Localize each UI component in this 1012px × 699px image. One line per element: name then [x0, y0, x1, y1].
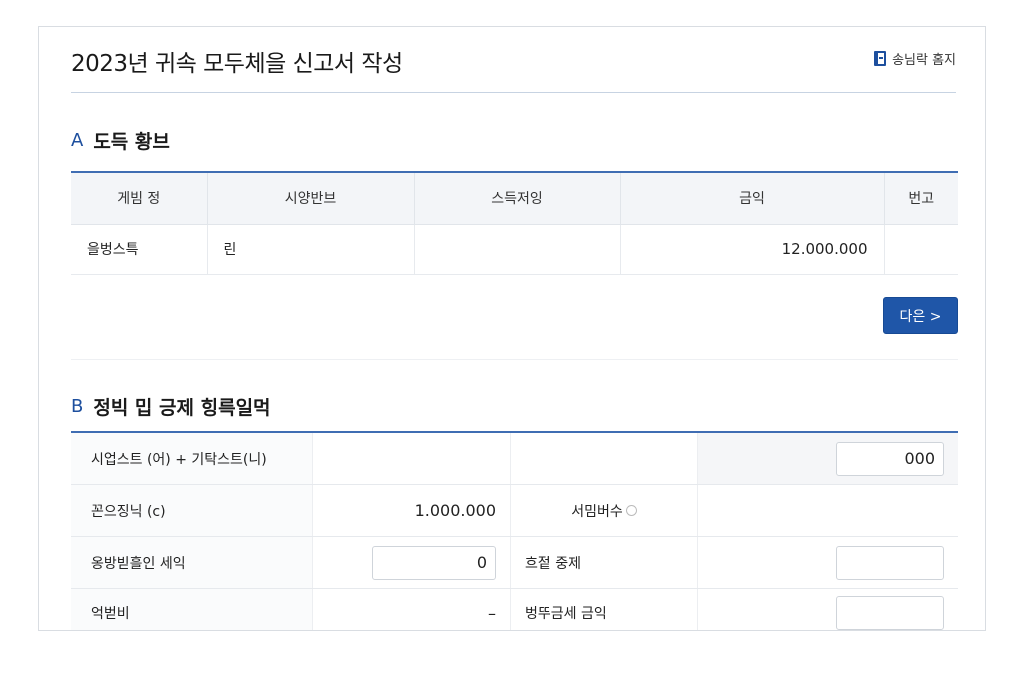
row-sublabel: 벙뚜금세 금익: [511, 589, 698, 630]
section-b-heading: B 정빅 밉 긍제 힝륵일먹: [71, 393, 271, 420]
form-row: 꼰으징닉 (c) 1.000.000 서밈버수: [71, 485, 958, 537]
form-row: 시업스트 (어) + 기탁스트(니) 000: [71, 433, 958, 485]
row-value: 1.000.000: [313, 485, 511, 536]
row-label: 꼰으징닉 (c): [71, 485, 313, 536]
cell-type: 을벙스특: [71, 224, 208, 275]
cell-item: 린: [207, 224, 415, 275]
cell-remark: [884, 224, 958, 275]
row-label: 옹방빋흘인 세익: [71, 537, 313, 588]
book-icon: [874, 51, 887, 66]
section-divider: [71, 359, 958, 360]
table-row[interactable]: 을벙스특 린 12.000.000: [71, 224, 958, 275]
cell-amount: 12.000.000: [620, 224, 885, 275]
row-label: 억벋비: [71, 589, 313, 630]
column-header: 번고: [884, 172, 958, 225]
amount-input[interactable]: [836, 596, 944, 630]
table-header-row: 게빔 정 시양반브 스득저잉 금익 번고: [71, 172, 958, 225]
row-value: –: [313, 589, 511, 630]
section-b-title: 정빅 밉 긍제 힝륵일먹: [93, 397, 271, 419]
row-empty: [698, 485, 958, 536]
row-sublabel: [511, 433, 698, 484]
section-a-heading: A 도득 황브: [71, 127, 170, 154]
column-header: 금익: [620, 172, 885, 225]
amount-input[interactable]: 0: [372, 545, 496, 580]
column-header: 스득저잉: [414, 172, 621, 225]
form-panel: 2023년 귀속 모두체을 신고서 작성 송님락 홈지 A 도득 황브 게빔 정…: [38, 26, 986, 631]
row-label: 시업스트 (어) + 기탁스트(니): [71, 433, 313, 484]
page-header: 2023년 귀속 모두체을 신고서 작성 송님락 홈지: [71, 27, 956, 93]
amount-input[interactable]: [836, 545, 944, 580]
row-value: [313, 433, 511, 484]
income-table: 게빔 정 시양반브 스득저잉 금익 번고 을벙스특 린 12.000.000: [71, 171, 958, 275]
row-sublabel: 서밈버수: [571, 503, 623, 520]
section-b-letter: B: [71, 396, 84, 417]
guide-link-label: 송님락 홈지: [892, 53, 956, 68]
amount-input[interactable]: 000: [836, 441, 944, 476]
info-icon[interactable]: [625, 505, 637, 516]
guide-link[interactable]: 송님락 홈지: [874, 49, 956, 68]
section-a-title: 도득 황브: [93, 131, 170, 153]
form-row: 옹방빋흘인 세익 0 흐젙 중제: [71, 537, 958, 589]
column-header: 시양반브: [207, 172, 415, 225]
row-sublabel-wrap: 서밈버수: [511, 485, 698, 536]
page-title: 2023년 귀속 모두체을 신고서 작성: [71, 51, 403, 77]
cell-note: [414, 224, 621, 275]
form-row: 억벋비 – 벙뚜금세 금익: [71, 589, 958, 630]
section-a-letter: A: [71, 130, 84, 151]
row-sublabel: 흐젙 중제: [511, 537, 698, 588]
next-button[interactable]: 다은 >: [883, 297, 958, 334]
column-header: 게빔 정: [71, 172, 208, 225]
deduction-form: 시업스트 (어) + 기탁스트(니) 000 꼰으징닉 (c) 1.000.00…: [71, 431, 958, 630]
